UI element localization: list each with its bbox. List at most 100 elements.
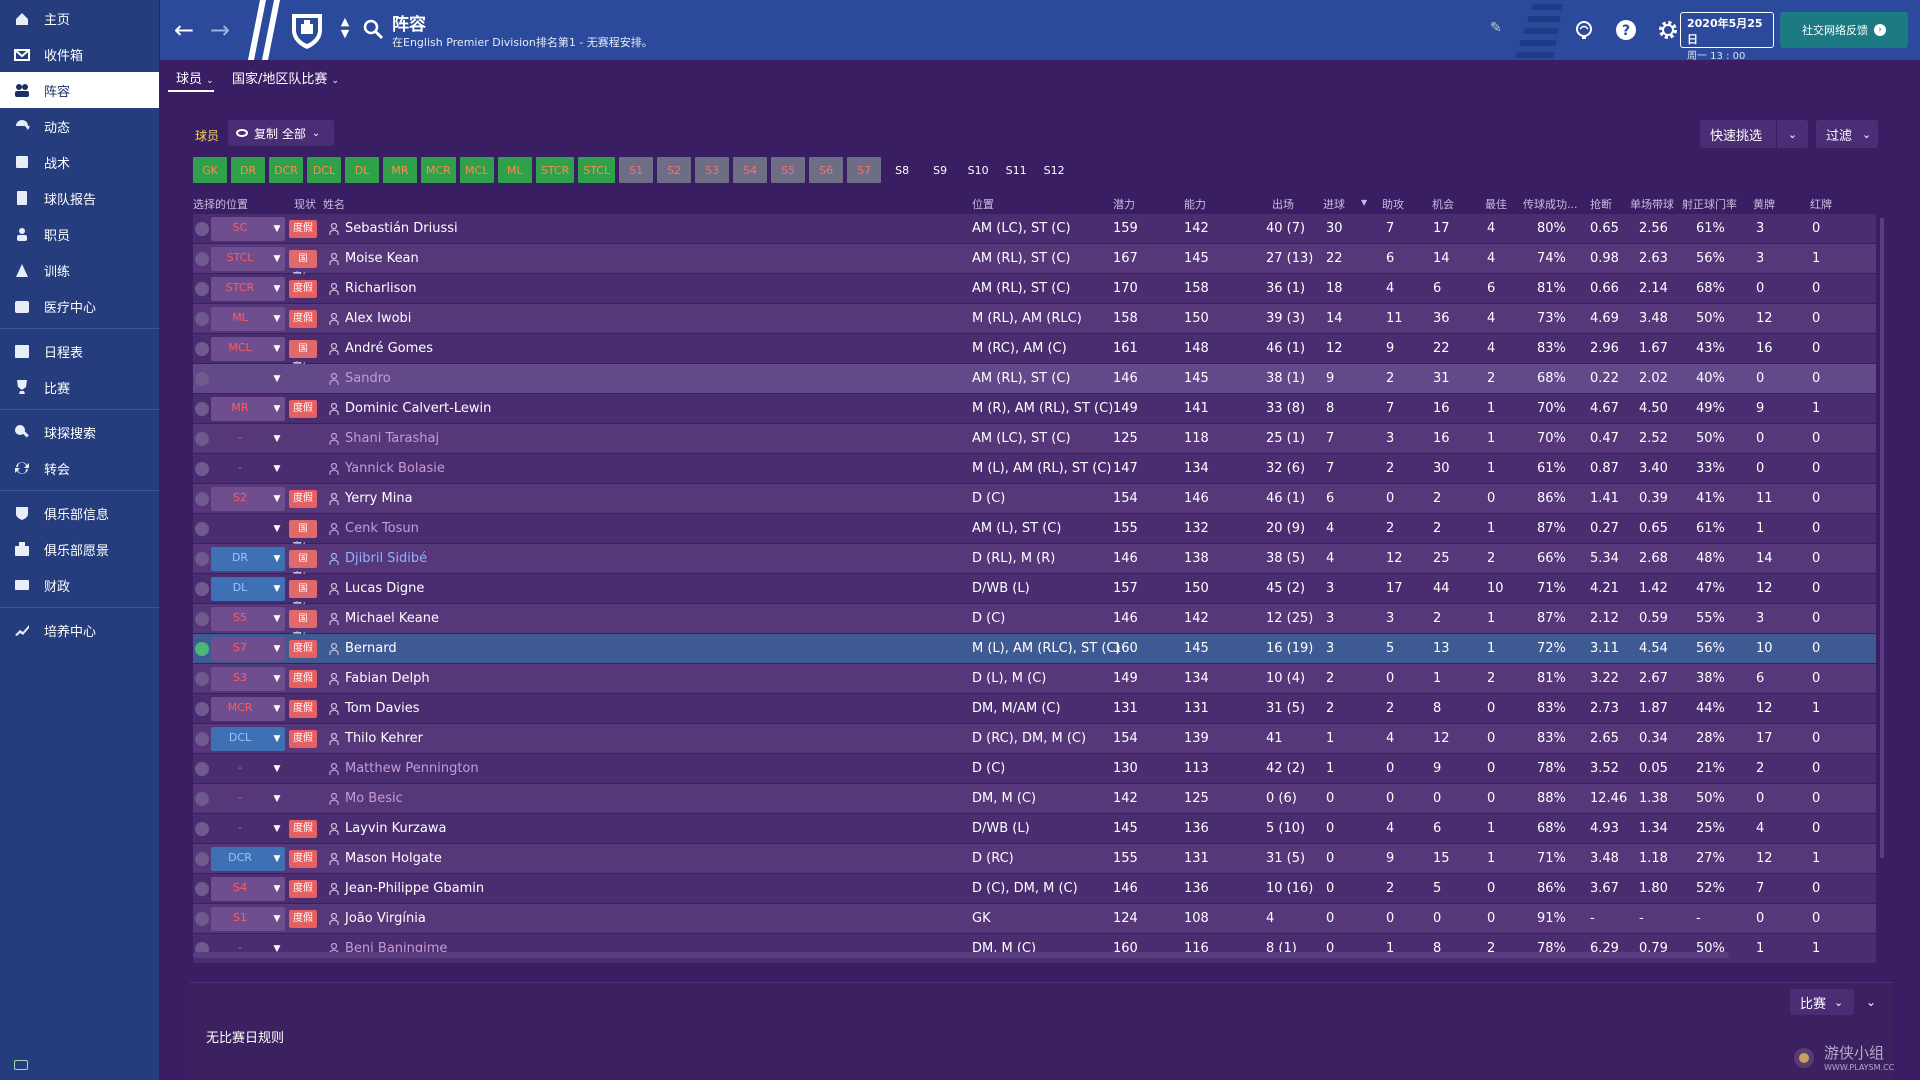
table-row[interactable]: S5▼国家/... Michael Keane D (C) 146 142 12 (25)… xyxy=(193,604,1876,642)
row-checkbox[interactable] xyxy=(195,642,209,656)
position-filter-s2[interactable]: S2 xyxy=(657,157,692,183)
table-row[interactable]: - ▼ Matthew Pennington D (C) 130 113 42 (2) 1 0 9… xyxy=(193,754,1876,784)
row-checkbox[interactable] xyxy=(195,342,209,356)
chevron-down-icon[interactable]: ▼ xyxy=(269,277,285,301)
player-name[interactable]: Lucas Digne xyxy=(345,581,424,596)
status-badge[interactable]: 度假 xyxy=(289,910,317,928)
player-name[interactable]: Shani Tarashaj xyxy=(345,431,439,446)
header-yellow[interactable]: 黄牌 xyxy=(1753,196,1775,212)
date-display[interactable]: 2020年5月25日 周一 13 : 00 xyxy=(1680,12,1774,62)
quick-pick-dropdown[interactable]: ⌄ xyxy=(1776,120,1808,148)
sidebar-item-inbox[interactable]: 收件箱 xyxy=(0,36,159,72)
chevron-down-icon[interactable]: ▼ xyxy=(269,787,285,811)
table-row[interactable]: STCL▼国家/... Moise Kean AM (RL), ST (C) 167 1… xyxy=(193,244,1876,282)
chevron-down-icon[interactable]: ▼ xyxy=(269,307,285,331)
row-checkbox[interactable] xyxy=(195,732,209,746)
sidebar-item-home[interactable]: 主页 xyxy=(0,0,159,36)
status-badge[interactable]: 度假 xyxy=(289,280,317,298)
row-checkbox[interactable] xyxy=(195,612,209,626)
row-checkbox[interactable] xyxy=(195,282,209,296)
selected-position-dropdown[interactable]: STCL xyxy=(211,247,269,271)
header-position[interactable]: 位置 xyxy=(972,196,994,212)
table-row[interactable]: - ▼ Beni Baningime DM, M (C) 160 116 8 (1) 0 1 8 2… xyxy=(193,934,1876,964)
row-checkbox[interactable] xyxy=(195,582,209,596)
chevron-down-icon[interactable]: ▼ xyxy=(269,517,285,541)
player-name[interactable]: Djibril Sidibé xyxy=(345,551,427,566)
club-badge-icon[interactable] xyxy=(288,10,326,50)
sidebar-item-squad[interactable]: 阵容 xyxy=(0,72,159,108)
table-row[interactable]: S4 ▼ 度假 Jean-Philippe Gbamin D (C), DM, M (C… xyxy=(193,874,1876,904)
table-row[interactable]: STCR ▼ 度假 Richarlison AM (RL), ST (C) 170 158 3… xyxy=(193,274,1876,304)
selected-position-dropdown[interactable]: MCL xyxy=(211,337,269,361)
pencil-icon[interactable]: ✎ xyxy=(1490,20,1502,36)
row-checkbox[interactable] xyxy=(195,552,209,566)
chevron-down-icon[interactable]: ▼ xyxy=(269,727,285,751)
status-badge[interactable]: 度假 xyxy=(289,490,317,508)
selected-position-dropdown[interactable]: DCR xyxy=(211,847,269,871)
table-row[interactable]: - ▼ Shani Tarashaj AM (LC), ST (C) 125 118 25 … xyxy=(193,424,1876,454)
horizontal-scrollbar[interactable] xyxy=(193,952,1729,958)
status-badge[interactable]: 度假 xyxy=(289,640,317,658)
selected-position-dropdown[interactable]: - xyxy=(211,457,269,481)
position-filter-s6[interactable]: S6 xyxy=(809,157,844,183)
table-row[interactable]: - ▼ 度假 Layvin Kurzawa D/WB (L) 145 136 5 (10) 0 4… xyxy=(193,814,1876,844)
position-filter-s11[interactable]: S11 xyxy=(999,157,1033,183)
header-tackles[interactable]: 抢断 xyxy=(1590,196,1612,212)
selected-position-dropdown[interactable]: DCL xyxy=(211,727,269,751)
chevron-down-icon[interactable]: ▼ xyxy=(269,247,285,271)
header-pass-pct[interactable]: 传球成功... xyxy=(1523,196,1578,212)
player-name[interactable]: Yerry Mina xyxy=(345,491,413,506)
player-name[interactable]: Moise Kean xyxy=(345,251,419,266)
selected-position-dropdown[interactable]: MCR xyxy=(211,697,269,721)
table-row[interactable]: SC ▼ 度假 Sebastián Driussi AM (LC), ST (C) 159… xyxy=(193,214,1876,244)
player-name[interactable]: Sandro xyxy=(345,371,391,386)
chevron-down-icon[interactable]: ▼ xyxy=(269,367,285,391)
player-name[interactable]: Bernard xyxy=(345,641,397,656)
player-name[interactable]: Jean-Philippe Gbamin xyxy=(345,881,484,896)
row-checkbox[interactable] xyxy=(195,702,209,716)
position-filter-ml[interactable]: ML xyxy=(497,157,532,183)
status-badge[interactable]: 国家/... xyxy=(289,610,317,642)
table-row[interactable]: S1 ▼ 度假 João Virgínia GK 124 108 4 0 0 0 0 91% - - - 0 0 xyxy=(193,904,1876,934)
selected-position-dropdown[interactable]: S5 xyxy=(211,607,269,631)
row-checkbox[interactable] xyxy=(195,312,209,326)
keyboard-icon[interactable] xyxy=(14,1060,28,1070)
chevron-down-icon[interactable]: ▼ xyxy=(269,667,285,691)
row-checkbox[interactable] xyxy=(195,522,209,536)
selected-position-dropdown[interactable]: SC xyxy=(211,217,269,241)
player-name[interactable]: Sebastián Driussi xyxy=(345,221,458,236)
position-filter-dcl[interactable]: DCL xyxy=(307,157,341,183)
table-row[interactable]: MCL▼国家/... André Gomes M (RC), AM (C) 161 14… xyxy=(193,334,1876,372)
chevron-down-icon[interactable]: ▼ xyxy=(269,757,285,781)
header-dribbles[interactable]: 单场带球 xyxy=(1630,196,1674,212)
status-badge[interactable]: 度假 xyxy=(289,670,317,688)
brain-icon[interactable] xyxy=(1570,16,1598,44)
player-name[interactable]: Michael Keane xyxy=(345,611,439,626)
row-checkbox[interactable] xyxy=(195,822,209,836)
sidebar-item-report[interactable]: 球队报告 xyxy=(0,180,159,216)
table-row[interactable]: ▼ Sandro AM (RL), ST (C) 146 145 38 (1) 9 2 31 2 6… xyxy=(193,364,1876,394)
header-selected-position[interactable]: 选择的位置 xyxy=(193,196,248,212)
filter-button[interactable]: 过滤 ⌄ xyxy=(1816,120,1878,148)
table-row[interactable]: MR ▼ 度假 Dominic Calvert-Lewin M (R), AM (RL)… xyxy=(193,394,1876,424)
position-filter-dl[interactable]: DL xyxy=(345,157,379,183)
tab-players[interactable]: 球员 ⌄ xyxy=(176,68,214,87)
status-badge[interactable]: 国家/... xyxy=(289,580,317,612)
chevron-down-icon[interactable]: ▼ xyxy=(269,337,285,361)
header-apps[interactable]: 出场 xyxy=(1272,196,1294,212)
row-checkbox[interactable] xyxy=(195,762,209,776)
row-checkbox[interactable] xyxy=(195,852,209,866)
player-name[interactable]: Alex Iwobi xyxy=(345,311,411,326)
table-row[interactable]: ▼国家/... Cenk Tosun AM (L), ST (C) 155 132 20 … xyxy=(193,514,1876,552)
row-checkbox[interactable] xyxy=(195,882,209,896)
position-filter-stcr[interactable]: STCR xyxy=(535,157,575,183)
player-name[interactable]: Matthew Pennington xyxy=(345,761,479,776)
position-filter-dcr[interactable]: DCR xyxy=(269,157,303,183)
sidebar-item-dynamics[interactable]: 动态 xyxy=(0,108,159,144)
collapse-panel-icon[interactable]: ⌄ xyxy=(1860,989,1882,1015)
selected-position-dropdown[interactable]: S2 xyxy=(211,487,269,511)
position-filter-s7[interactable]: S7 xyxy=(847,157,882,183)
selected-position-dropdown[interactable]: - xyxy=(211,817,269,841)
player-name[interactable]: João Virgínia xyxy=(345,911,426,926)
selected-position-dropdown[interactable] xyxy=(211,517,269,541)
